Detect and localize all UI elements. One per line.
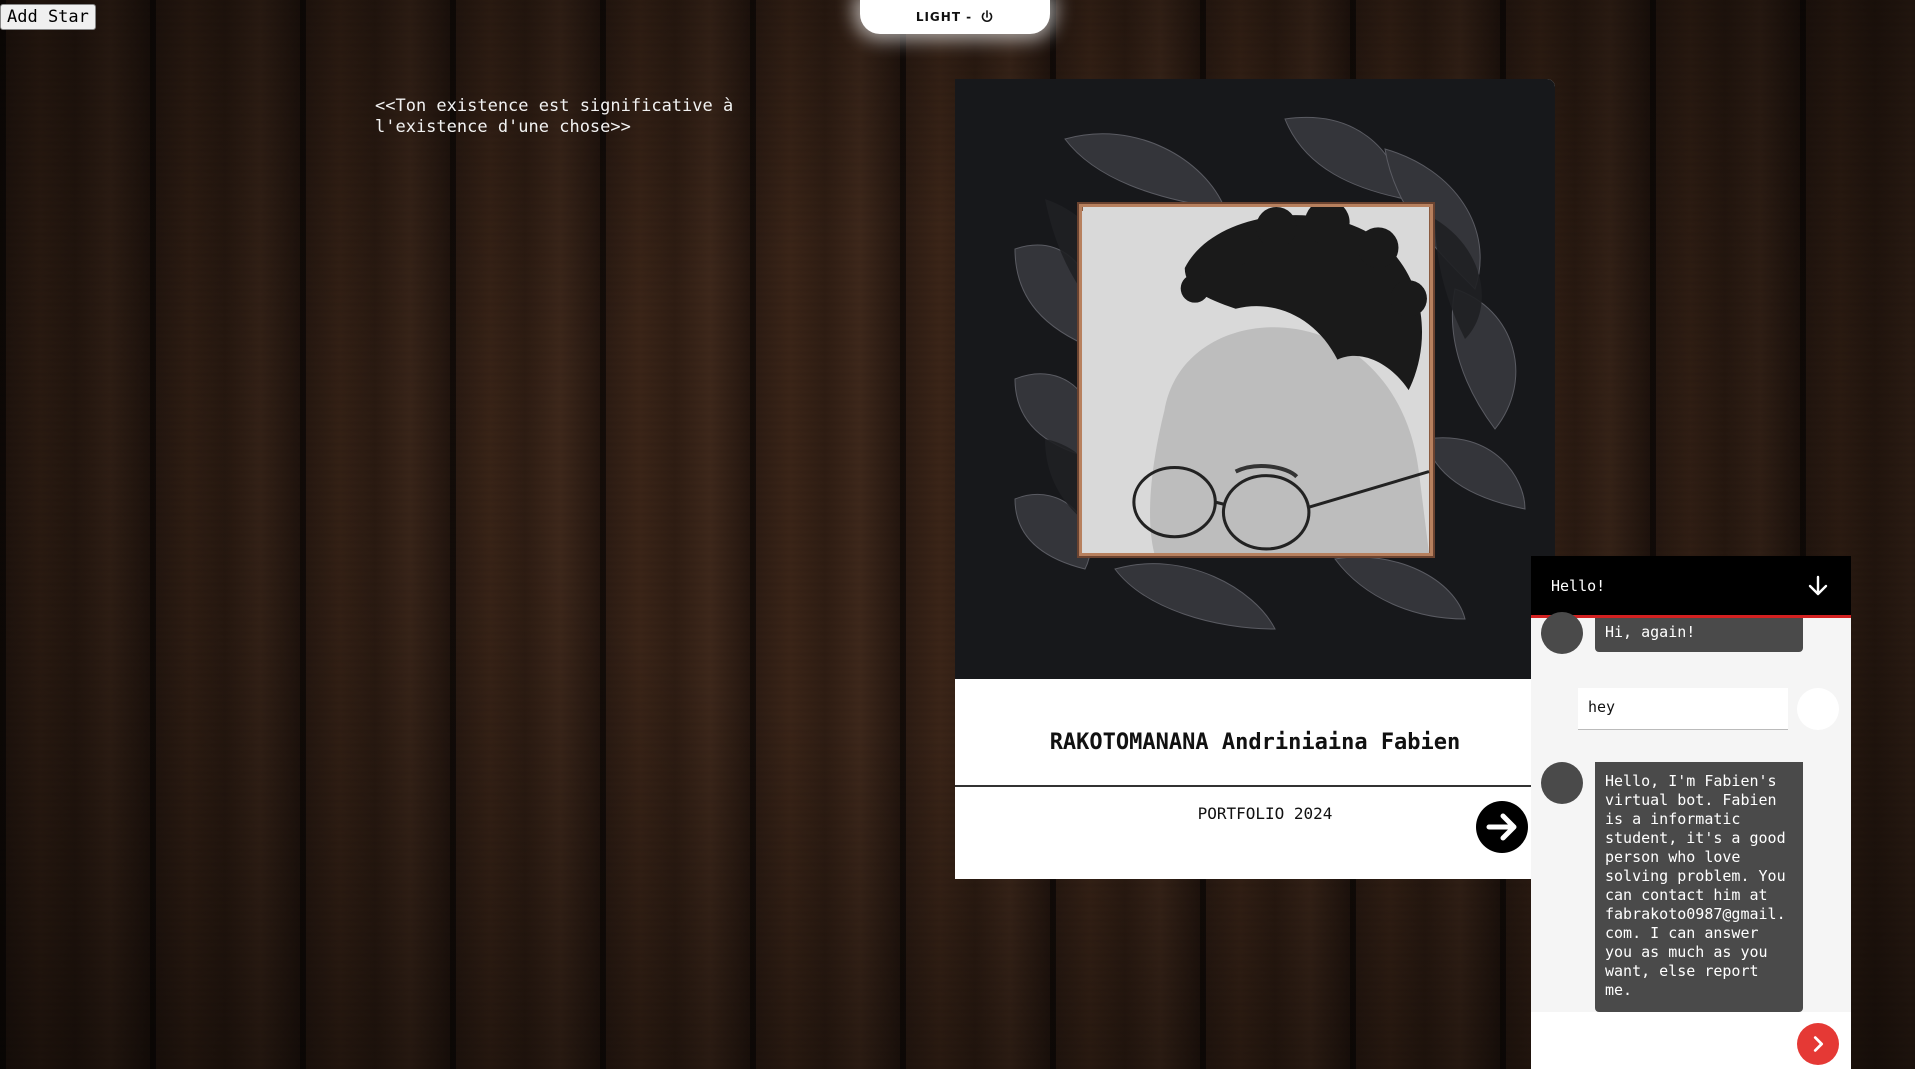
chat-messages: Hi, again! hey Hello, I'm Fabien's virtu… <box>1531 612 1851 1012</box>
theme-toggle-button[interactable]: LIGHT - <box>860 0 1050 34</box>
user-message: hey <box>1578 688 1788 730</box>
bot-avatar <box>1541 762 1583 804</box>
profile-photo-area <box>955 79 1555 679</box>
user-avatar <box>1797 688 1839 730</box>
chatbot-widget: Hello! Hi, again! hey Hello, I'm Fabien'… <box>1531 556 1851 1069</box>
bot-avatar <box>1541 612 1583 654</box>
profile-portrait <box>1079 204 1433 556</box>
quote-text: <<Ton existence est significative à l'ex… <box>375 96 734 137</box>
chat-collapse-button[interactable] <box>1805 573 1831 599</box>
chat-title: Hello! <box>1551 576 1606 595</box>
bot-message: Hi, again! <box>1595 618 1803 652</box>
theme-toggle-label: LIGHT - <box>915 10 973 24</box>
bot-message: Hello, I'm Fabien's virtual bot. Fabien … <box>1595 762 1803 1012</box>
card-divider <box>955 785 1555 787</box>
chat-header: Hello! <box>1531 556 1851 618</box>
arrow-down-icon <box>1808 575 1828 595</box>
send-button[interactable] <box>1797 1023 1839 1065</box>
next-button[interactable] <box>1476 801 1528 853</box>
add-star-button[interactable]: Add Star <box>0 4 96 30</box>
portrait-image <box>1083 207 1430 553</box>
chevron-right-icon <box>1813 1036 1824 1052</box>
portfolio-subtitle: PORTFOLIO 2024 <box>1197 804 1333 823</box>
profile-name: RAKOTOMANANA Andriniaina Fabien <box>1049 730 1461 755</box>
power-icon <box>980 10 994 24</box>
profile-card: RAKOTOMANANA Andriniaina Fabien PORTFOLI… <box>955 79 1555 879</box>
arrow-right-circle-icon <box>1486 813 1517 841</box>
